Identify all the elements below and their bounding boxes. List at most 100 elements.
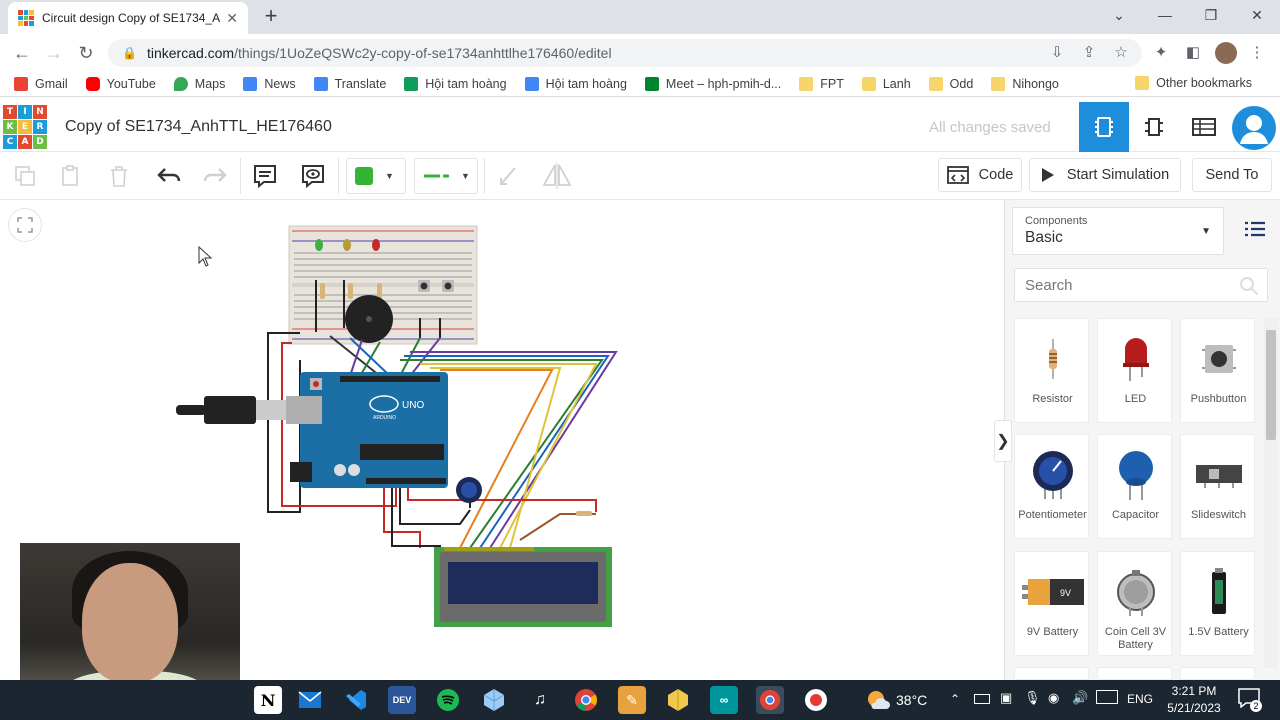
component-card-coin-cell-battery[interactable]: Coin Cell 3V Battery bbox=[1097, 551, 1172, 656]
panel-collapse-button[interactable]: ❯ bbox=[994, 420, 1012, 462]
restore-button[interactable]: ❐ bbox=[1188, 4, 1234, 28]
code-button[interactable]: Code bbox=[938, 158, 1022, 192]
search-icon[interactable] bbox=[1239, 276, 1259, 296]
component-card-partial[interactable] bbox=[1097, 667, 1172, 680]
bookmark-news[interactable]: News bbox=[243, 76, 296, 91]
3d-viewer-icon[interactable] bbox=[480, 686, 508, 714]
other-bookmarks[interactable]: Other bookmarks bbox=[1135, 76, 1252, 90]
webcam-status-icon[interactable]: ▣ bbox=[1000, 690, 1012, 706]
circuit-view-button[interactable] bbox=[1079, 102, 1129, 152]
browser-tab[interactable]: Circuit design Copy of SE1734_AnhTTL_HE1… bbox=[8, 2, 248, 34]
pushbutton-2[interactable] bbox=[442, 280, 454, 292]
clock-date[interactable]: 5/21/2023 bbox=[1160, 701, 1228, 715]
wire-type-dropdown[interactable]: ▼ bbox=[414, 158, 478, 194]
battery-icon[interactable] bbox=[974, 694, 990, 704]
back-icon[interactable]: ← bbox=[10, 42, 34, 64]
close-tab-icon[interactable]: ✕ bbox=[226, 10, 238, 27]
notes-button[interactable] bbox=[250, 160, 280, 192]
lcd-16x2[interactable] bbox=[434, 547, 612, 627]
start-simulation-button[interactable]: Start Simulation bbox=[1029, 158, 1181, 192]
microphone-icon[interactable]: 🎙 bbox=[1024, 690, 1041, 706]
component-list-view-button[interactable] bbox=[1179, 102, 1229, 152]
tinkercad-logo[interactable]: T I N K E R C A D bbox=[3, 105, 47, 149]
components-category-select[interactable]: Components Basic ▼ bbox=[1012, 207, 1224, 255]
component-search[interactable] bbox=[1014, 268, 1268, 302]
bookmark-odd[interactable]: Odd bbox=[928, 76, 973, 91]
flip-button[interactable] bbox=[542, 160, 572, 192]
component-card-capacitor[interactable]: Capacitor bbox=[1097, 434, 1172, 539]
component-card-led[interactable]: LED bbox=[1097, 318, 1172, 423]
vscode-icon[interactable] bbox=[342, 686, 370, 714]
browser-menu-icon[interactable]: ⋮ bbox=[1246, 42, 1268, 64]
mail-icon[interactable] bbox=[296, 686, 324, 714]
bookmark-hoi-tam-hoang-1[interactable]: Hội tam hoàng bbox=[404, 76, 507, 91]
resistor-2[interactable] bbox=[348, 283, 353, 299]
forward-icon[interactable]: → bbox=[42, 42, 66, 64]
bookmark-nihongo[interactable]: Nihongo bbox=[991, 76, 1059, 91]
schematic-view-button[interactable] bbox=[1129, 102, 1179, 152]
side-panel-icon[interactable]: ◧ bbox=[1182, 42, 1204, 64]
panel-scroll-thumb[interactable] bbox=[1266, 330, 1276, 440]
piezo-buzzer[interactable] bbox=[345, 295, 393, 343]
new-tab-button[interactable]: + bbox=[258, 4, 284, 30]
component-card-partial[interactable] bbox=[1180, 667, 1255, 680]
paste-button[interactable] bbox=[56, 160, 86, 192]
notion-icon[interactable]: N bbox=[254, 686, 282, 714]
bookmark-maps[interactable]: Maps bbox=[173, 76, 225, 91]
fit-view-button[interactable] bbox=[8, 208, 42, 242]
redo-button[interactable] bbox=[200, 160, 230, 192]
minimize-button[interactable]: — bbox=[1142, 4, 1188, 28]
pushbutton-1[interactable] bbox=[418, 280, 430, 292]
search-input[interactable] bbox=[1015, 269, 1225, 301]
component-card-resistor[interactable]: Resistor bbox=[1014, 318, 1089, 423]
wire-color-dropdown[interactable]: ▼ bbox=[346, 158, 406, 194]
bookmark-lanh[interactable]: Lanh bbox=[861, 76, 911, 91]
close-window-button[interactable]: ✕ bbox=[1234, 4, 1280, 28]
address-bar[interactable]: 🔒 tinkercad.com/things/1UoZeQSWc2y-copy-… bbox=[108, 39, 1142, 67]
led-red[interactable] bbox=[372, 239, 380, 251]
extensions-icon[interactable]: ✦ bbox=[1150, 42, 1172, 64]
bookmark-gmail[interactable]: Gmail bbox=[14, 76, 68, 91]
reload-icon[interactable]: ↻ bbox=[74, 42, 98, 64]
keyboard-icon[interactable] bbox=[1096, 690, 1118, 704]
notes-visibility-button[interactable] bbox=[298, 160, 328, 192]
media-player-icon[interactable]: ♫ bbox=[526, 686, 554, 714]
led-yellow[interactable] bbox=[343, 239, 351, 251]
user-avatar[interactable] bbox=[1232, 106, 1276, 150]
share-icon[interactable]: ⇪ bbox=[1078, 42, 1100, 64]
component-card-slideswitch[interactable]: Slideswitch bbox=[1180, 434, 1255, 539]
arduino-uno[interactable]: UNO ARDUINO bbox=[286, 372, 448, 488]
potentiometer[interactable] bbox=[456, 477, 482, 503]
screen-recorder-icon[interactable] bbox=[802, 686, 830, 714]
volume-icon[interactable]: 🔊 bbox=[1072, 690, 1088, 706]
component-card-1-5v-battery[interactable]: 1.5V Battery bbox=[1180, 551, 1255, 656]
chrome-active-icon[interactable] bbox=[756, 686, 784, 714]
paint-icon[interactable]: ✎ bbox=[618, 686, 646, 714]
bookmark-meet[interactable]: Meet – hph-pmih-d... bbox=[644, 76, 781, 91]
tab-search-icon[interactable]: ⌄ bbox=[1096, 4, 1142, 28]
input-language[interactable]: ENG bbox=[1127, 692, 1153, 706]
design-title[interactable]: Copy of SE1734_AnhTTL_HE176460 bbox=[65, 118, 332, 136]
component-card-9v-battery[interactable]: 9V 9V Battery bbox=[1014, 551, 1089, 656]
send-to-button[interactable]: Send To bbox=[1192, 158, 1272, 192]
clock-time[interactable]: 3:21 PM bbox=[1164, 684, 1224, 698]
list-view-button[interactable] bbox=[1238, 214, 1272, 244]
rotate-button[interactable] bbox=[494, 160, 524, 192]
network-icon[interactable]: ◉ bbox=[1048, 690, 1059, 706]
dev-cpp-icon[interactable]: DEV bbox=[388, 686, 416, 714]
bookmark-youtube[interactable]: YouTube bbox=[85, 76, 156, 91]
resistor-1[interactable] bbox=[320, 283, 325, 299]
bookmark-fpt[interactable]: FPT bbox=[799, 76, 844, 91]
box-app-icon[interactable] bbox=[664, 686, 692, 714]
spotify-icon[interactable] bbox=[434, 686, 462, 714]
resistor-3[interactable] bbox=[377, 283, 382, 299]
weather-icon[interactable] bbox=[866, 689, 890, 711]
chrome-icon[interactable] bbox=[572, 686, 600, 714]
resistor-4[interactable] bbox=[576, 511, 592, 516]
copy-button[interactable] bbox=[10, 160, 40, 192]
undo-button[interactable] bbox=[154, 160, 184, 192]
notification-center-button[interactable]: 2 bbox=[1238, 688, 1262, 712]
bookmark-star-icon[interactable]: ☆ bbox=[1110, 42, 1132, 64]
component-card-potentiometer[interactable]: Potentiometer bbox=[1014, 434, 1089, 539]
install-app-icon[interactable]: ⇩ bbox=[1046, 42, 1068, 64]
